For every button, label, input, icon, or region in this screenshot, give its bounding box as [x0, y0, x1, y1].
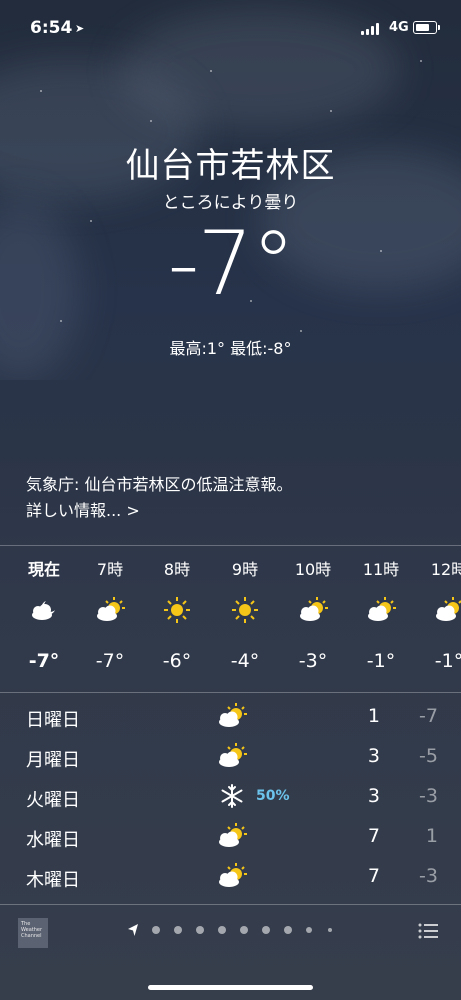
partly-cloudy-night-icon	[32, 601, 55, 620]
daily-row: 月曜日 3 -5	[0, 738, 461, 778]
hour-label: 現在	[27, 560, 60, 579]
day-name: 水曜日	[26, 830, 80, 851]
hour-temp: -1°	[434, 650, 461, 672]
partly-sunny-icon	[219, 823, 247, 847]
day-low: -7	[419, 705, 438, 727]
page-dot[interactable]	[240, 926, 248, 934]
status-time: 6:54	[30, 18, 73, 38]
page-dot[interactable]	[262, 926, 270, 934]
page-dot[interactable]	[196, 926, 204, 934]
city-name: 仙台市若林区	[125, 146, 336, 186]
weather-channel-logo[interactable]: The Weather Channel	[18, 918, 48, 948]
hour-label: 9時	[231, 560, 259, 579]
partly-sunny-icon	[219, 743, 247, 767]
hourly-forecast[interactable]: 現在 -7° 7時 -7° 8時 -6° 9時 -4° 10時 -3° 11時 …	[0, 546, 461, 692]
hour-label: 12時	[430, 560, 461, 579]
day-high: 1	[367, 705, 380, 727]
hour-label: 7時	[96, 560, 124, 579]
sun-icon	[164, 597, 190, 623]
day-low: -5	[419, 745, 438, 767]
current-temperature: -7°	[167, 212, 296, 315]
day-low: 1	[425, 825, 438, 847]
precip-chance: 50%	[256, 788, 290, 804]
hour-temp: -6°	[162, 650, 192, 672]
location-arrow-icon	[127, 922, 139, 936]
day-name: 火曜日	[26, 790, 80, 811]
daily-row: 水曜日 7 1	[0, 818, 461, 858]
hour-temp: -7°	[28, 650, 60, 672]
page-dot[interactable]	[328, 928, 332, 932]
day-name: 日曜日	[26, 710, 80, 731]
high-low: 最高:1° 最低:-8°	[169, 339, 292, 358]
network-type: 4G	[389, 20, 409, 35]
snowflake-icon	[221, 784, 243, 808]
battery-icon	[413, 21, 440, 34]
hour-label: 10時	[294, 560, 332, 579]
sun-icon	[232, 597, 258, 623]
hour-temp: -1°	[366, 650, 396, 672]
day-name: 木曜日	[26, 870, 80, 891]
hour-temp: -7°	[95, 650, 125, 672]
day-high: 7	[367, 865, 380, 887]
location-services-icon: ➤	[75, 22, 85, 35]
hour-temp: -4°	[230, 650, 260, 672]
page-dot[interactable]	[174, 926, 182, 934]
day-name: 月曜日	[26, 750, 80, 771]
daily-row: 日曜日 1 -7	[0, 698, 461, 738]
current-condition: ところにより曇り	[162, 193, 299, 213]
day-high: 3	[367, 785, 380, 807]
daily-row: 火曜日 50% 3 -3	[0, 778, 461, 818]
alert-more-link[interactable]: 詳しい情報... >	[26, 498, 292, 524]
day-high: 3	[367, 745, 380, 767]
page-dot[interactable]	[152, 926, 160, 934]
divider	[0, 904, 461, 905]
weather-alert[interactable]: 気象庁: 仙台市若林区の低温注意報。 詳しい情報... >	[26, 472, 292, 524]
partly-sunny-icon	[436, 597, 461, 621]
partly-sunny-icon	[219, 863, 247, 887]
day-low: -3	[419, 865, 438, 887]
alert-text: 気象庁: 仙台市若林区の低温注意報。	[26, 475, 293, 494]
day-low: -3	[419, 785, 438, 807]
page-dot[interactable]	[284, 926, 292, 934]
daily-row: 木曜日 7 -3	[0, 858, 461, 898]
partly-sunny-icon	[219, 703, 247, 727]
divider	[0, 692, 461, 693]
hour-label: 11時	[362, 560, 400, 579]
partly-sunny-icon	[368, 597, 396, 621]
partly-sunny-icon	[300, 597, 328, 621]
home-indicator[interactable]	[148, 985, 313, 990]
status-bar: 6:54 ➤ 4G	[0, 14, 461, 44]
hour-label: 8時	[163, 560, 191, 579]
page-dot[interactable]	[306, 927, 312, 933]
list-icon[interactable]	[418, 922, 438, 940]
day-high: 7	[367, 825, 380, 847]
page-dot[interactable]	[218, 926, 226, 934]
hour-temp: -3°	[298, 650, 328, 672]
partly-sunny-icon	[97, 597, 125, 621]
